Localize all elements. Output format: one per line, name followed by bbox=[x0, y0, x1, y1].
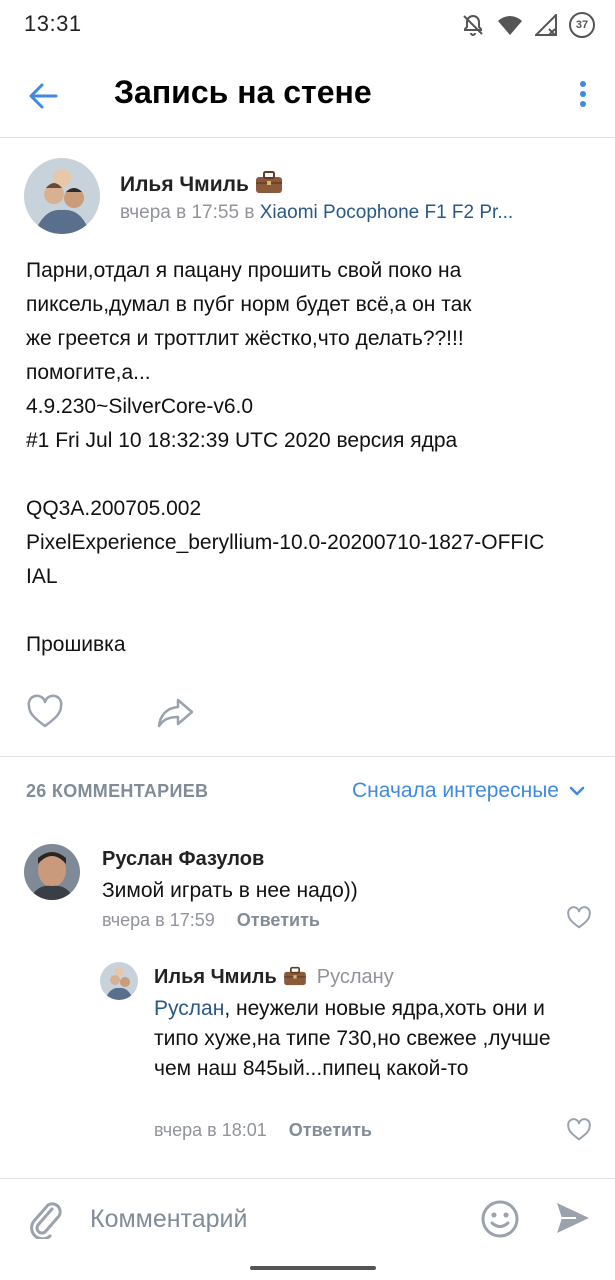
smile-icon bbox=[481, 1200, 519, 1238]
share-icon bbox=[157, 698, 194, 728]
status-icons: 37 bbox=[461, 12, 595, 38]
share-button[interactable] bbox=[156, 694, 196, 735]
app-header: Запись на стене bbox=[0, 52, 615, 138]
wifi-icon bbox=[497, 14, 523, 36]
comment-item: Руслан Фазулов Зимой играть в нее надо))… bbox=[24, 844, 594, 944]
signal-icon bbox=[535, 14, 557, 36]
comment-time: вчера в 17:59 bbox=[102, 910, 215, 930]
comments-header: 26 КОММЕНТАРИЕВ Сначала интересные bbox=[0, 756, 615, 826]
send-button[interactable] bbox=[554, 1199, 592, 1242]
emoji-button[interactable] bbox=[480, 1199, 520, 1244]
heart-icon bbox=[27, 694, 63, 728]
like-button[interactable] bbox=[26, 694, 64, 735]
page-title: Запись на стене bbox=[114, 74, 372, 110]
comments-count: 26 КОММЕНТАРИЕВ bbox=[26, 781, 209, 801]
post-text: Парни,отдал я пацану прошить свой поко н… bbox=[26, 259, 545, 656]
reply-button[interactable]: Ответить bbox=[237, 910, 320, 930]
reply-button[interactable]: Ответить bbox=[289, 1120, 372, 1140]
post-device-link[interactable]: Xiaomi Pocophone F1 F2 Pr... bbox=[260, 202, 513, 223]
heart-icon bbox=[567, 906, 591, 929]
status-time: 13:31 bbox=[24, 11, 82, 36]
comment-input-bar bbox=[0, 1178, 615, 1258]
avatar[interactable] bbox=[24, 844, 80, 900]
more-menu-button[interactable] bbox=[573, 76, 593, 116]
briefcase-icon bbox=[283, 966, 307, 992]
briefcase-icon bbox=[255, 170, 283, 200]
comment-meta: вчера в 17:59 Ответить bbox=[102, 910, 320, 931]
bell-off-icon bbox=[461, 13, 485, 37]
avatar[interactable] bbox=[100, 962, 138, 1000]
battery-icon: 37 bbox=[569, 12, 595, 38]
comment-time: вчера в 18:01 bbox=[154, 1120, 267, 1140]
comment-author-line: Илья Чмиль Руслану bbox=[154, 966, 394, 992]
more-vertical-icon bbox=[580, 81, 586, 107]
comment-author[interactable]: Илья Чмиль bbox=[154, 966, 277, 988]
author-name[interactable]: Илья Чмиль bbox=[120, 170, 283, 200]
comment-like-button[interactable] bbox=[566, 1118, 592, 1147]
sort-label[interactable]: Сначала интересные bbox=[352, 779, 559, 803]
author-name-text[interactable]: Илья Чмиль bbox=[120, 173, 249, 196]
post-actions bbox=[26, 694, 326, 734]
back-button[interactable] bbox=[26, 78, 62, 114]
attach-button[interactable] bbox=[26, 1199, 64, 1244]
comment-item: Илья Чмиль Руслану Руслан, неужели новые … bbox=[100, 962, 594, 1152]
post-via: в bbox=[244, 202, 255, 223]
comments-sort-dropdown[interactable]: Сначала интересные bbox=[352, 779, 585, 803]
status-bar: 13:31 37 bbox=[0, 0, 615, 52]
reply-to[interactable]: Руслану bbox=[317, 966, 394, 988]
heart-icon bbox=[567, 1118, 591, 1141]
arrow-left-icon bbox=[29, 83, 58, 109]
avatar[interactable] bbox=[24, 158, 100, 234]
comment-like-button[interactable] bbox=[566, 906, 592, 935]
comment-meta: вчера в 18:01 Ответить bbox=[154, 1120, 372, 1141]
comment-text: Руслан, неужели новые ядра,хоть они и ти… bbox=[154, 994, 584, 1084]
post-author: Илья Чмиль вчера в 17:55 в Xiaomi Pocoph… bbox=[24, 158, 594, 238]
paperclip-icon bbox=[30, 1202, 62, 1241]
home-indicator[interactable] bbox=[250, 1266, 376, 1270]
comment-text: Зимой играть в нее надо)) bbox=[102, 879, 358, 902]
comment-author[interactable]: Руслан Фазулов bbox=[102, 848, 264, 871]
mention-link[interactable]: Руслан bbox=[154, 997, 224, 1020]
send-icon bbox=[557, 1203, 589, 1233]
post-meta: вчера в 17:55 в Xiaomi Pocophone F1 F2 P… bbox=[120, 202, 513, 224]
post-time: вчера в 17:55 bbox=[120, 202, 240, 223]
chevron-down-icon bbox=[569, 786, 585, 796]
comment-input[interactable] bbox=[90, 1199, 470, 1239]
